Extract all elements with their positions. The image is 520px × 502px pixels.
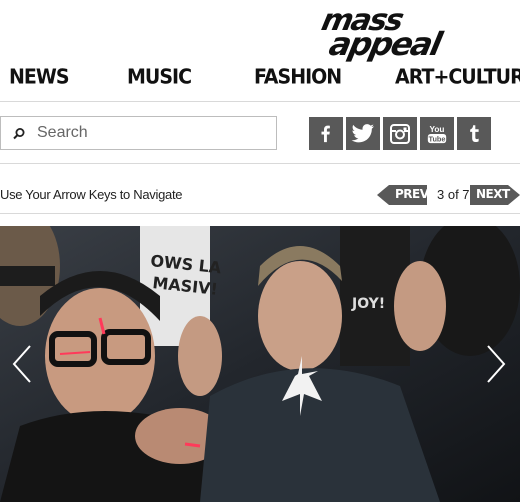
divider — [0, 213, 520, 214]
nav-item-music[interactable]: MUSIC — [127, 65, 192, 89]
svg-text:You: You — [430, 125, 445, 134]
slideshow-photo: OWS LA MASIV! JOY! — [0, 226, 520, 502]
slide-counter: 3 of 7 — [437, 187, 470, 202]
navigation-hint: Use Your Arrow Keys to Navigate — [0, 187, 183, 202]
divider — [0, 101, 520, 102]
chevron-left-icon — [12, 345, 31, 383]
party-photo: OWS LA MASIV! JOY! — [0, 226, 520, 502]
twitter-icon[interactable] — [346, 117, 380, 150]
logo-line-2: appeal — [325, 25, 444, 63]
next-label: NEXT — [476, 187, 510, 201]
search-box[interactable] — [0, 116, 277, 150]
search-input[interactable] — [37, 121, 267, 145]
chevron-right-icon — [487, 345, 506, 383]
svg-text:JOY!: JOY! — [351, 296, 385, 312]
next-button[interactable]: NEXT — [470, 185, 520, 205]
prev-button[interactable]: PREV — [377, 185, 429, 205]
youtube-icon[interactable]: You Tube — [420, 117, 454, 150]
nav-item-fashion[interactable]: FASHION — [254, 65, 342, 89]
tumblr-icon[interactable] — [457, 117, 491, 150]
facebook-icon[interactable] — [309, 117, 343, 150]
next-slide-arrow[interactable] — [484, 344, 508, 384]
nav-item-art-culture[interactable]: ART+CULTURE — [395, 65, 520, 89]
previous-slide-arrow[interactable] — [10, 344, 34, 384]
divider — [0, 163, 520, 164]
search-icon — [13, 128, 25, 140]
svg-text:Tube: Tube — [429, 134, 446, 143]
nav-item-news[interactable]: NEWS — [9, 65, 70, 89]
main-nav: NEWS MUSIC FASHION ART+CULTURE — [0, 65, 520, 96]
mass-appeal-logo[interactable]: mass appeal — [316, 3, 486, 63]
instagram-icon[interactable] — [383, 117, 417, 150]
prev-label: PREV — [395, 187, 429, 201]
